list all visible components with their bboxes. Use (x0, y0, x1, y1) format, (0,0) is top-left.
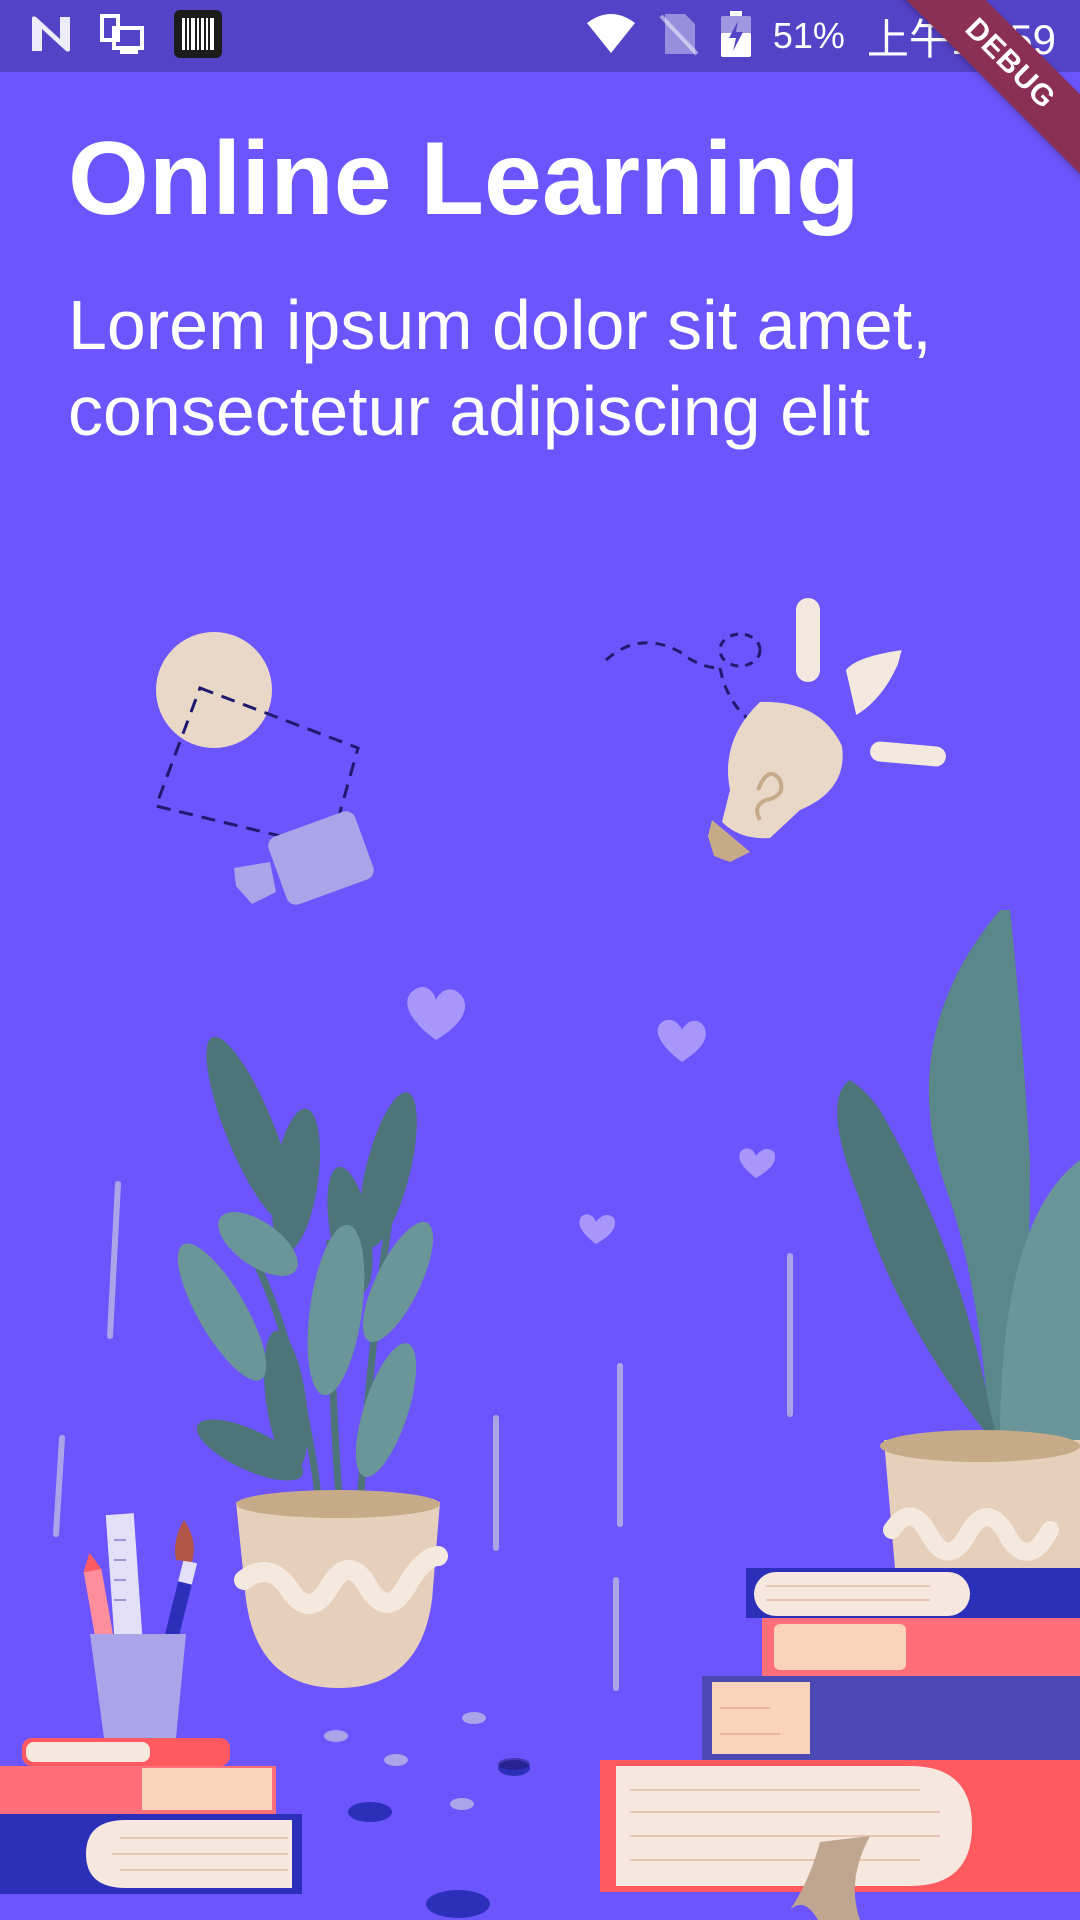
right-plant-icon (837, 910, 1080, 1580)
left-plant-icon (177, 1036, 448, 1688)
online-learning-illustration (0, 598, 1080, 1920)
light-bulb-icon (605, 598, 946, 862)
right-book-stack-icon (600, 1568, 1080, 1920)
camera-doodle-icon (154, 632, 374, 905)
hearts-decoration (407, 987, 776, 1244)
pebbles-decoration (324, 1712, 530, 1918)
